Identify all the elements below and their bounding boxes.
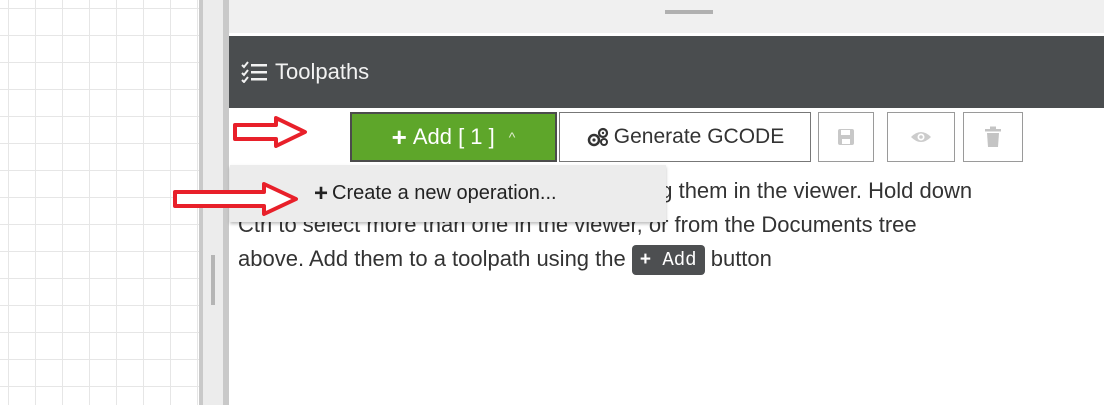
toolpaths-header: Toolpaths [229,36,1104,108]
panel-title: Toolpaths [275,59,370,84]
generate-gcode-button[interactable]: Generate GCODE [559,112,811,162]
red-arrow-icon [233,116,307,148]
gears-icon [587,127,608,147]
add-button-label: Add [ 1 ] [412,124,495,149]
viewer-grid[interactable] [0,0,199,405]
delete-button[interactable] [963,112,1023,162]
splitter-grip[interactable] [211,255,215,305]
view-button[interactable] [887,112,955,162]
eye-icon [911,132,931,142]
plus-icon: + [314,179,329,207]
generate-gcode-label: Generate GCODE [613,125,785,148]
add-button[interactable]: + Add [ 1 ] ^ [350,112,557,162]
red-arrow-icon [173,182,298,216]
top-splitter [229,0,1104,33]
chevron-up-icon: ^ [508,129,516,145]
inline-add-label: Add [662,249,697,272]
inline-add-button: + Add [631,245,705,276]
save-button[interactable] [818,112,874,162]
instructions-line-3-end: button [710,246,772,271]
trash-icon [985,126,1001,147]
save-icon [838,129,854,145]
instructions-line-3-start: above. Add them to a toolpath using the [238,246,626,271]
instructions-line-3: above. Add them to a toolpath using the … [238,242,772,276]
plus-icon: + [391,121,407,152]
instructions-line-1: ng them in the viewer. Hold down [648,178,973,203]
create-operation-label: Create a new operation... [332,182,557,204]
checklist-icon [241,61,267,83]
plus-icon: + [639,249,651,271]
top-splitter-grip[interactable] [665,10,713,14]
menu-item-create-operation[interactable]: + Create a new operation... [314,180,557,208]
